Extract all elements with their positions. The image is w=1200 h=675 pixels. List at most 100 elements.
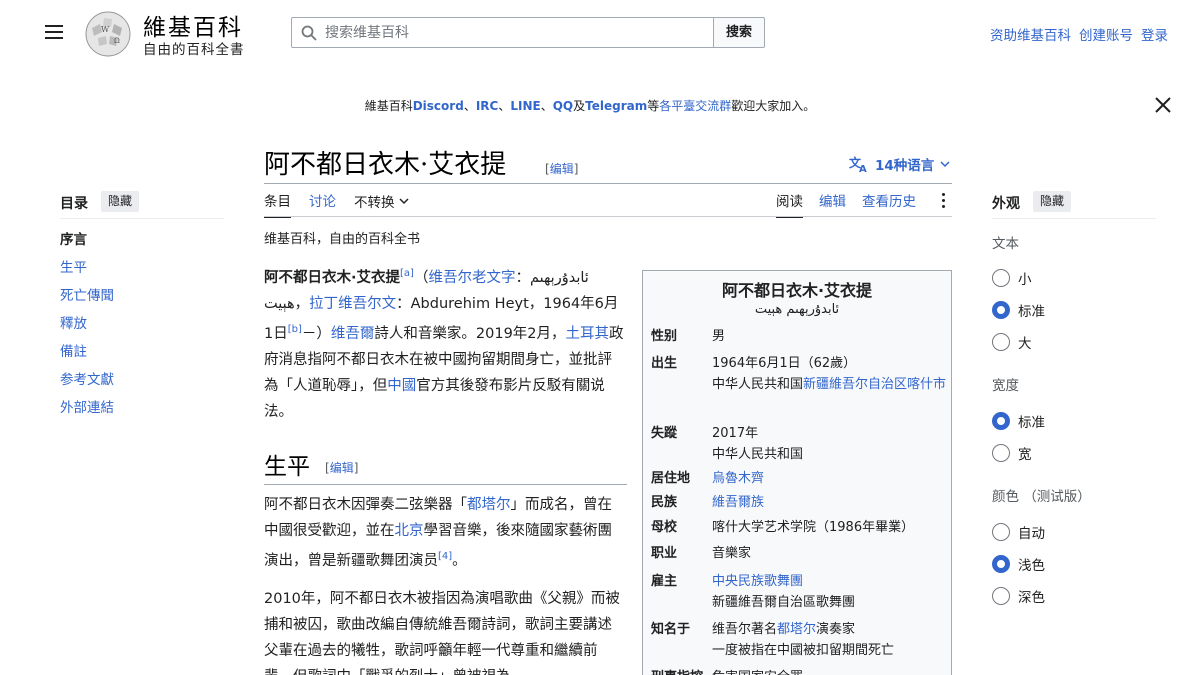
radio-button[interactable] (992, 333, 1010, 351)
color-auto-option[interactable]: 自动 (992, 522, 1045, 542)
infobox-value-line: 中华人民共和国新疆維吾尔自治区喀什市 (712, 374, 947, 395)
create-account-link[interactable]: 创建账号 (1079, 24, 1133, 44)
infobox-row-label: 职业 (651, 546, 678, 561)
infobox-link[interactable]: 都塔尔 (777, 622, 816, 637)
text-size-large-option[interactable]: 大 (992, 332, 1032, 352)
infobox-text: 危害国家安全罪 (712, 670, 803, 675)
text-size-small-option[interactable]: 小 (992, 268, 1032, 288)
radio-button[interactable] (992, 301, 1010, 319)
color-dark-option[interactable]: 深色 (992, 586, 1045, 606)
qq-link[interactable]: QQ (553, 99, 573, 113)
toc-item-external-links[interactable]: 外部連結 (60, 400, 114, 428)
svg-text:A: A (859, 164, 867, 173)
toc-item-references[interactable]: 参考文獻 (60, 372, 114, 400)
toc-item-life[interactable]: 生平 (60, 260, 114, 288)
section-edit-link[interactable]: [编辑] (325, 459, 358, 476)
radio-button[interactable] (992, 412, 1010, 430)
infobox-link[interactable]: 新疆維吾尔自治区喀什市 (803, 377, 946, 392)
infobox-row: 刑事指控危害国家安全罪 (651, 667, 947, 675)
site-notice: 維基百科Discord、IRC、LINE、QQ及Telegram等各平臺交流群歡… (0, 97, 1180, 114)
infobox-row-value: 1964年6月1日（62歲） 中华人民共和国新疆維吾尔自治区喀什市 (712, 353, 947, 395)
login-link[interactable]: 登录 (1141, 24, 1168, 44)
subject-name: 阿不都日衣木·艾衣提 (264, 269, 401, 286)
infobox-text: 新疆維吾爾自治區歌舞團 (712, 595, 856, 610)
infobox-row: 职业 音樂家 (651, 543, 947, 564)
menu-bar (45, 25, 63, 27)
toc-item-intro[interactable]: 序言 (60, 232, 114, 260)
reference-a[interactable]: [a] (400, 268, 414, 279)
toc-hide-button[interactable]: 隐藏 (101, 191, 139, 212)
reference-4[interactable]: [4] (438, 551, 452, 562)
infobox-row-label: 居住地 (651, 471, 691, 486)
appearance-hide-button[interactable]: 隐藏 (1033, 191, 1071, 212)
link-dutar[interactable]: 都塔尔 (467, 497, 511, 513)
infobox-value-line: 1964年6月1日（62歲） (712, 353, 947, 374)
variant-dropdown[interactable]: 不转换 (354, 190, 409, 218)
text: 。 (452, 552, 467, 569)
infobox-row-label: 民族 (651, 495, 678, 510)
link-turkey[interactable]: 土耳其 (566, 326, 610, 342)
infobox-text: 一度被指在中國被扣留期間死亡 (712, 643, 895, 658)
infobox-row: 雇主 中央民族歌舞團 新疆維吾爾自治區歌舞團 (651, 571, 947, 613)
radio-button[interactable] (992, 269, 1010, 287)
infobox-row-value: 维吾尔著名都塔尔演奏家 一度被指在中國被扣留期間死亡 (712, 619, 947, 661)
svg-text:W: W (101, 25, 110, 34)
radio-button[interactable] (992, 523, 1010, 541)
infobox-link[interactable]: 中央民族歌舞團 (712, 574, 803, 589)
toc-item-release[interactable]: 釋放 (60, 316, 114, 344)
tab-article[interactable]: 条目 (264, 190, 291, 218)
infobox-text: 中华人民共和国 (712, 377, 804, 392)
link-beijing[interactable]: 北京 (395, 523, 424, 539)
link-uyghur-latin[interactable]: 拉丁维吾尔文 (309, 296, 396, 312)
link-china[interactable]: 中國 (387, 378, 416, 394)
reference-b[interactable]: [b] (288, 324, 302, 335)
text-size-standard-option[interactable]: 标准 (992, 300, 1045, 320)
telegram-link[interactable]: Telegram (585, 99, 647, 113)
notice-text: 及 (573, 99, 586, 113)
search-icon (301, 25, 317, 41)
option-label: 宽 (1018, 447, 1032, 463)
tab-read[interactable]: 阅读 (776, 190, 803, 218)
title-edit-link[interactable]: [编辑] (545, 160, 578, 177)
toc-item-notes[interactable]: 備註 (60, 344, 114, 372)
option-label: 浅色 (1018, 558, 1045, 574)
tab-history[interactable]: 查看历史 (862, 190, 916, 218)
tab-talk[interactable]: 讨论 (309, 190, 336, 218)
donate-link[interactable]: 资助维基百科 (990, 24, 1071, 44)
radio-button[interactable] (992, 587, 1010, 605)
search-button[interactable]: 搜索 (713, 17, 765, 48)
radio-button[interactable] (992, 555, 1010, 573)
infobox-link[interactable]: 維吾爾族 (712, 495, 764, 510)
toc-item-death-rumor[interactable]: 死亡傳聞 (60, 288, 114, 316)
radio-button[interactable] (992, 444, 1010, 462)
logo-wordmark[interactable]: 維基百科 (143, 8, 243, 42)
infobox-value-line: 2017年 (712, 423, 947, 444)
text: －） (301, 325, 331, 342)
width-label: 宽度 (992, 378, 1019, 394)
wikipedia-globe-logo[interactable]: W Ω (84, 10, 132, 58)
search-input[interactable] (325, 20, 705, 45)
infobox-text: 2017年 (712, 426, 759, 441)
edit-label[interactable]: 编辑 (330, 461, 354, 475)
irc-link[interactable]: IRC (476, 99, 499, 113)
width-wide-option[interactable]: 宽 (992, 443, 1032, 463)
link-uyghur-arabic[interactable]: 维吾尔老文字 (428, 270, 515, 286)
language-button[interactable]: 文 A 14种语言 (849, 154, 950, 174)
menu-bar (45, 37, 63, 39)
text: 阿不都日衣木因彈奏二弦樂器「 (264, 497, 467, 513)
channel-link[interactable]: 各平臺交流群 (659, 99, 731, 113)
main-menu-button[interactable] (42, 22, 66, 44)
edit-label[interactable]: 编辑 (550, 162, 574, 176)
infobox-link[interactable]: 烏魯木齊 (712, 471, 764, 486)
close-icon[interactable] (1153, 95, 1173, 115)
more-actions-icon[interactable] (936, 191, 950, 211)
infobox-row-value: 中央民族歌舞團新疆維吾爾自治區歌舞團 (712, 571, 947, 613)
dot (941, 205, 945, 208)
color-light-option[interactable]: 浅色 (992, 554, 1045, 574)
discord-link[interactable]: Discord (413, 99, 464, 113)
tab-edit[interactable]: 编辑 (819, 190, 846, 218)
link-uyghur[interactable]: 维吾爾 (331, 326, 375, 342)
line-link[interactable]: LINE (510, 99, 540, 113)
width-standard-option[interactable]: 标准 (992, 411, 1045, 431)
search-box[interactable] (291, 17, 714, 48)
